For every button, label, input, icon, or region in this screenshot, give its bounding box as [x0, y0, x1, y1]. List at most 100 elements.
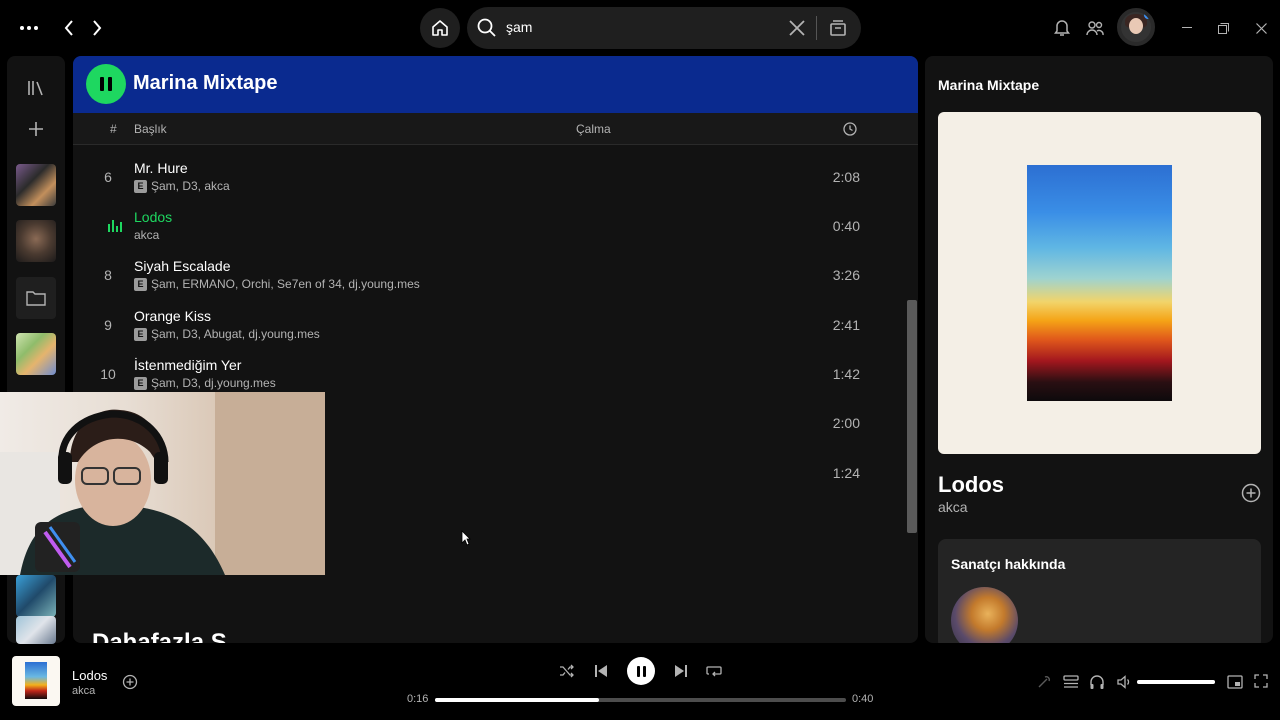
clear-search-icon[interactable] — [788, 19, 806, 37]
volume-slider[interactable] — [1137, 680, 1215, 684]
previous-icon[interactable] — [594, 664, 608, 678]
home-button[interactable] — [420, 8, 460, 48]
track-artists[interactable]: akca — [134, 228, 159, 242]
now-playing-panel: Marina Mixtape Lodos akca Sanatçı hakkın… — [925, 56, 1273, 643]
about-artist-card[interactable]: Sanatçı hakkında — [938, 539, 1261, 643]
cover-painting — [1027, 165, 1172, 401]
library-item-1[interactable] — [16, 164, 56, 206]
elapsed-time: 0:16 — [407, 693, 429, 705]
user-avatar[interactable] — [1117, 8, 1155, 46]
top-bar: şam — [0, 0, 1280, 56]
streamer-webcam-image — [0, 392, 325, 575]
column-plays[interactable]: Çalma — [576, 122, 611, 136]
close-window-icon[interactable] — [1253, 18, 1269, 38]
track-title[interactable]: İstenmediğim Yer — [134, 357, 241, 373]
now-playing-artist[interactable]: akca — [72, 685, 95, 697]
search-input[interactable]: şam — [506, 19, 532, 35]
track-title[interactable]: Siyah Escalade — [134, 258, 231, 274]
sticky-header: Marina Mixtape — [73, 56, 918, 113]
track-title[interactable]: Lodos — [134, 209, 172, 225]
now-playing-equalizer-icon — [108, 220, 122, 232]
volume-icon[interactable] — [1116, 674, 1132, 690]
duration-clock-icon — [843, 122, 857, 136]
track-list-header: # Başlık Çalma — [73, 113, 918, 145]
panel-playlist-title[interactable]: Marina Mixtape — [938, 77, 1039, 93]
track-number: 8 — [104, 267, 112, 283]
track-duration: 0:40 — [832, 218, 860, 234]
next-section-heading: Dahafazla S — [92, 630, 227, 643]
track-number: 6 — [104, 169, 112, 185]
more-options-icon[interactable] — [18, 18, 40, 38]
home-icon — [432, 20, 448, 36]
fullscreen-icon[interactable] — [1254, 674, 1268, 688]
now-playing-title[interactable]: Lodos — [72, 668, 107, 683]
minimize-icon[interactable] — [1179, 18, 1195, 38]
track-artists[interactable]: Şam, D3, Abugat, dj.young.mes — [151, 327, 320, 341]
track-artists[interactable]: Şam, D3, akca — [151, 179, 230, 193]
explicit-badge: E — [134, 179, 147, 193]
back-icon[interactable] — [60, 17, 78, 39]
connect-device-icon[interactable] — [1089, 674, 1105, 690]
pause-icon — [636, 665, 646, 677]
artist-image — [951, 587, 1018, 643]
panel-song-title[interactable]: Lodos — [938, 472, 1004, 498]
track-artists[interactable]: Şam, ERMANO, Orchi, Se7en of 34, dj.youn… — [151, 277, 420, 291]
column-title[interactable]: Başlık — [134, 122, 167, 136]
search-bar[interactable]: şam — [467, 7, 861, 49]
playlist-title: Marina Mixtape — [133, 72, 278, 94]
track-duration: 2:08 — [832, 169, 860, 185]
track-artists[interactable]: Şam, D3, dj.young.mes — [151, 376, 276, 390]
progress-fill — [435, 698, 600, 702]
search-icon — [477, 18, 496, 37]
album-cover-large — [938, 112, 1261, 454]
forward-icon[interactable] — [88, 17, 106, 39]
column-number: # — [110, 122, 117, 136]
total-time: 0:40 — [852, 693, 874, 705]
play-pause-button[interactable] — [627, 657, 655, 685]
shuffle-icon[interactable] — [559, 664, 575, 678]
repeat-icon[interactable] — [706, 664, 722, 678]
panel-artist[interactable]: akca — [938, 499, 968, 515]
microphone-icon[interactable] — [1036, 674, 1052, 690]
player-bar: Lodos akca 0:16 0:40 — [0, 650, 1280, 720]
track-row[interactable]: 8 Siyah Escalade E Şam, ERMANO, Orchi, Se… — [73, 252, 918, 300]
volume-fill — [1137, 680, 1215, 684]
track-row[interactable]: 9 Orange Kiss E Şam, D3, Abugat, dj.young… — [73, 302, 918, 350]
track-row-playing[interactable]: Lodos akca 0:40 — [73, 203, 918, 251]
library-item-3[interactable] — [16, 333, 56, 375]
library-item-4[interactable] — [16, 575, 56, 617]
track-title[interactable]: Mr. Hure — [134, 160, 188, 176]
track-number: 10 — [100, 366, 116, 382]
track-duration: 2:00 — [832, 415, 860, 431]
library-icon[interactable] — [25, 78, 47, 98]
track-duration: 1:24 — [832, 465, 860, 481]
add-to-library-icon[interactable] — [1241, 483, 1261, 503]
now-playing-cover[interactable] — [12, 656, 60, 706]
main-scrollbar[interactable] — [907, 300, 917, 533]
pause-icon — [100, 77, 112, 91]
browse-icon[interactable] — [828, 18, 848, 38]
notifications-icon[interactable] — [1052, 18, 1072, 38]
explicit-badge: E — [134, 327, 147, 341]
miniplayer-icon[interactable] — [1227, 674, 1243, 690]
restore-icon[interactable] — [1215, 18, 1231, 38]
pause-button-large[interactable] — [86, 64, 126, 104]
explicit-badge: E — [134, 277, 147, 291]
folder-icon[interactable] — [16, 277, 56, 319]
create-playlist-icon[interactable] — [25, 118, 47, 140]
progress-bar[interactable] — [435, 698, 846, 702]
next-icon[interactable] — [674, 664, 688, 678]
library-item-2[interactable] — [16, 220, 56, 262]
library-item-5[interactable] — [16, 616, 56, 644]
friend-activity-icon[interactable] — [1085, 18, 1105, 38]
track-duration: 2:41 — [832, 317, 860, 333]
queue-icon[interactable] — [1063, 674, 1079, 690]
track-duration: 1:42 — [832, 366, 860, 382]
explicit-badge: E — [134, 376, 147, 390]
track-duration: 3:26 — [832, 267, 860, 283]
about-artist-title: Sanatçı hakkında — [951, 556, 1066, 572]
search-divider — [816, 16, 817, 40]
track-row[interactable]: 6 Mr. Hure E Şam, D3, akca 2:08 — [73, 154, 918, 202]
track-title[interactable]: Orange Kiss — [134, 308, 211, 324]
add-to-liked-icon[interactable] — [122, 674, 138, 690]
